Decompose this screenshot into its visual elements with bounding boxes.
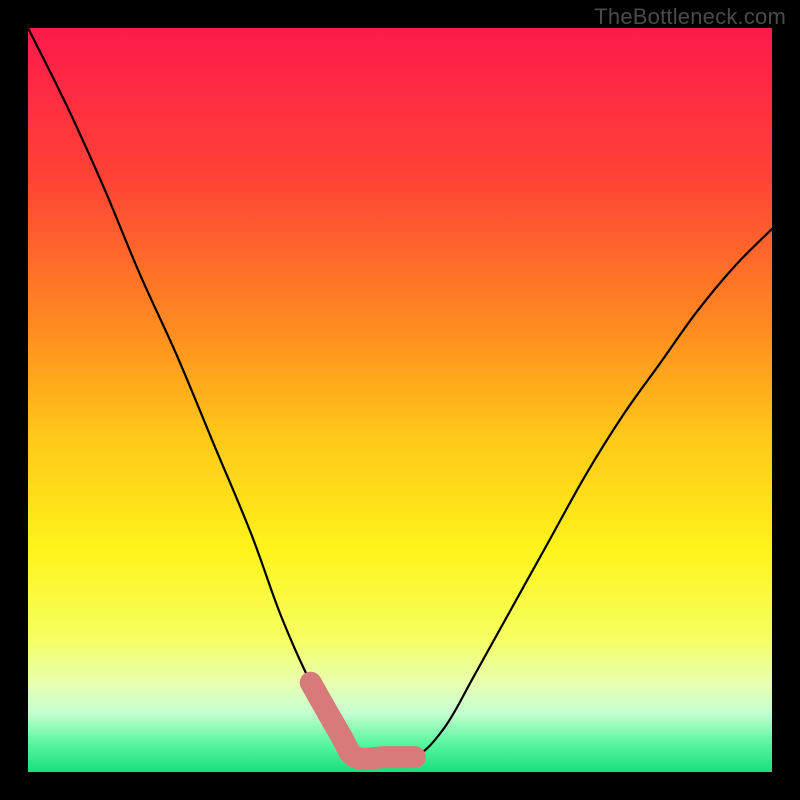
plot-background	[28, 28, 772, 772]
watermark-text: TheBottleneck.com	[594, 4, 786, 30]
bottleneck-chart	[0, 0, 800, 800]
chart-frame: TheBottleneck.com	[0, 0, 800, 800]
